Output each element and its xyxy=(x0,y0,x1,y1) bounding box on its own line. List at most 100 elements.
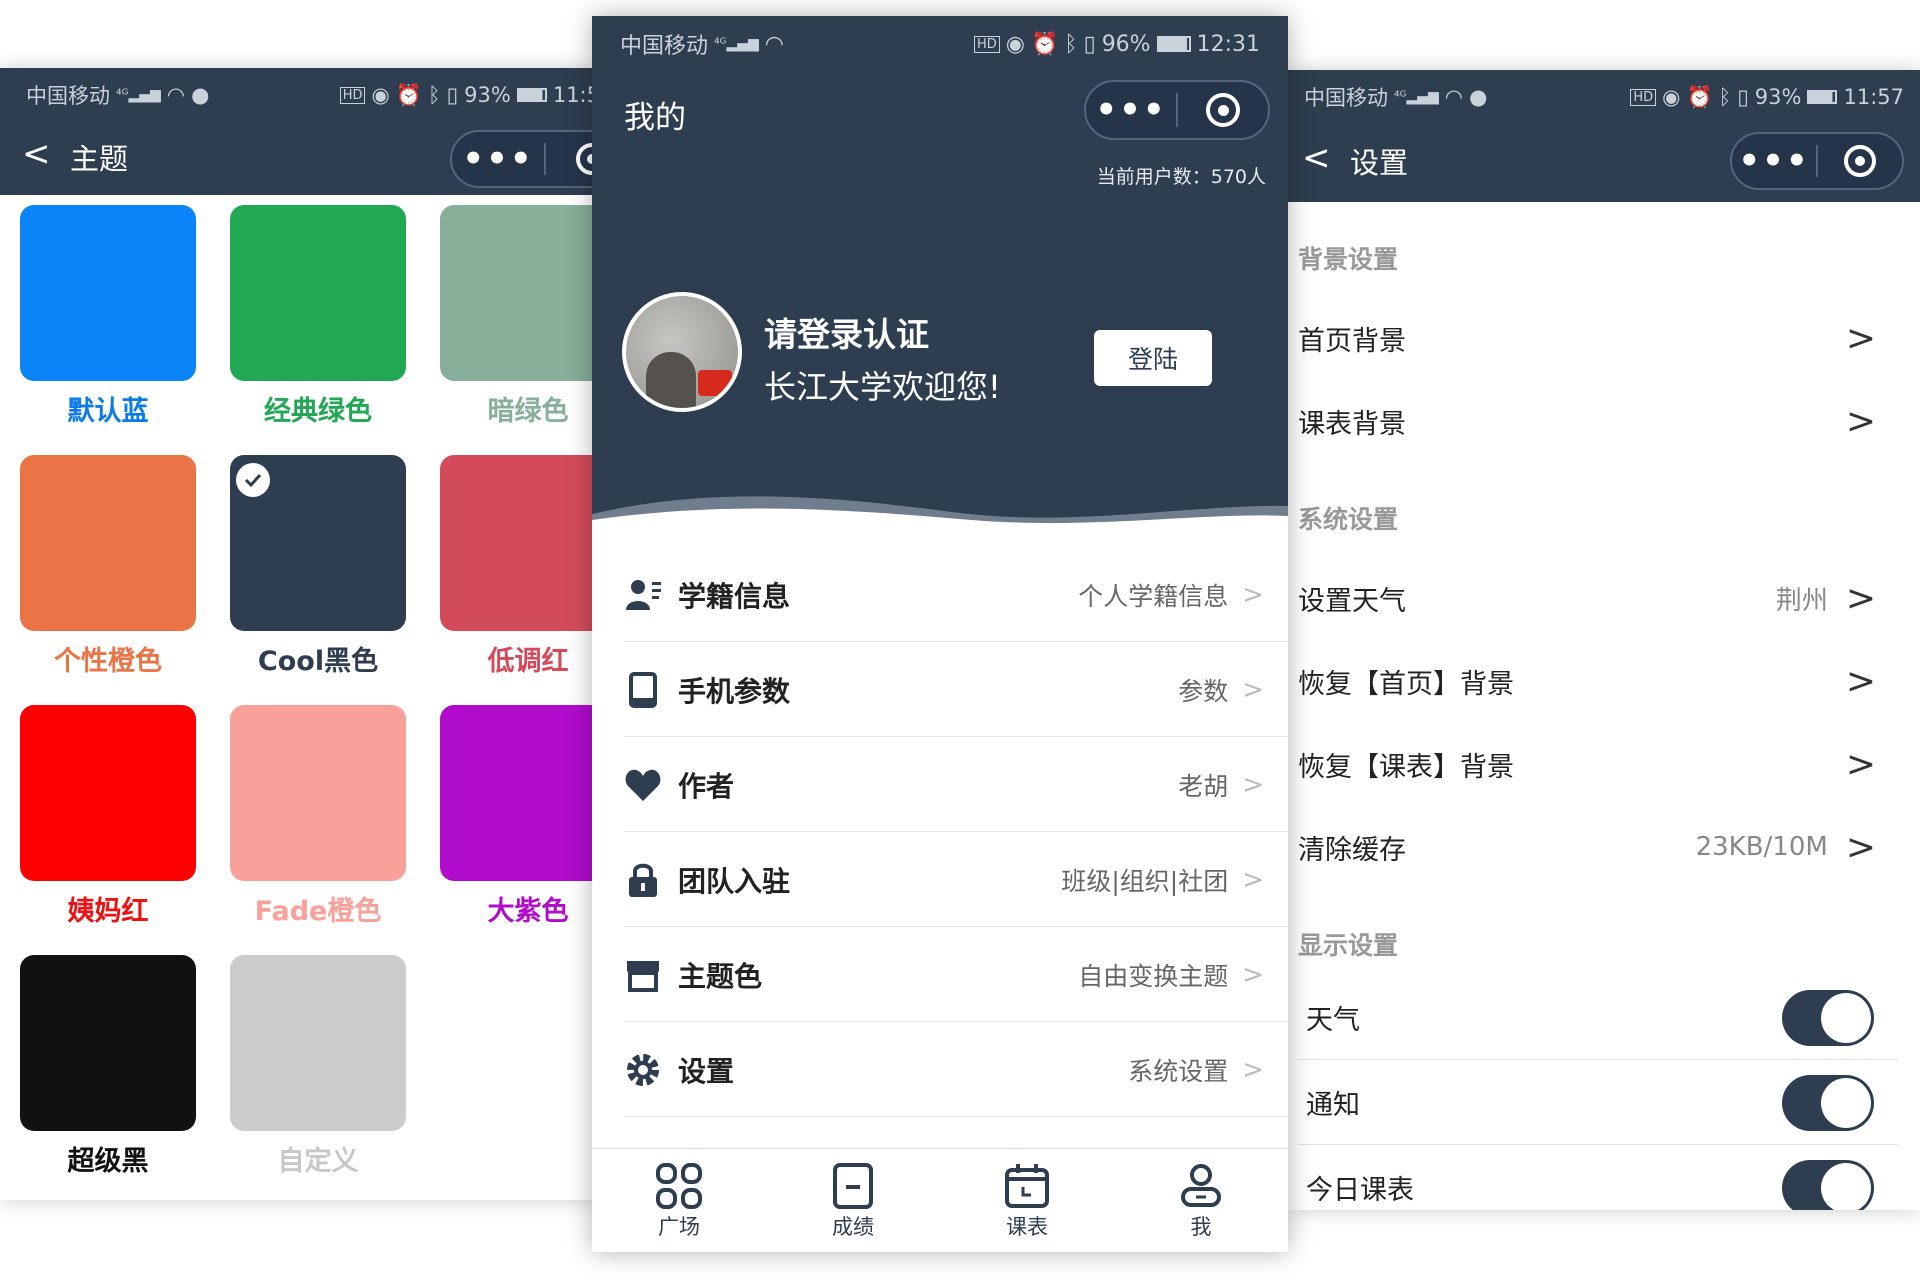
page-title: 我的 xyxy=(624,100,686,136)
checkmark-icon xyxy=(236,463,270,497)
chevron-right-icon: > xyxy=(1242,674,1264,705)
tab-scores[interactable]: 成绩 xyxy=(766,1149,940,1252)
eye-icon: ◉ xyxy=(371,83,390,107)
tablet-icon xyxy=(624,671,662,709)
menu-item[interactable]: 手机参数 参数 > xyxy=(624,643,1288,737)
battery-label: 93% xyxy=(1754,85,1802,109)
theme-swatch[interactable] xyxy=(230,205,406,381)
avatar[interactable] xyxy=(622,292,742,412)
menu-item-title: 团队入驻 xyxy=(678,864,791,898)
toggle-row: 今日课表 xyxy=(1298,1146,1898,1210)
hd-icon: HD xyxy=(339,86,366,104)
signal-icon: ⁴ᴳ▂▄▆ xyxy=(116,87,161,103)
back-chevron-icon[interactable]: < xyxy=(1302,138,1331,178)
menu-item-value: 自由变换主题 xyxy=(1078,961,1229,991)
toggle-switch[interactable] xyxy=(1782,989,1874,1046)
toggle-row: 通知 xyxy=(1298,1061,1898,1145)
wechat-icon: ● xyxy=(191,83,210,107)
theme-swatch[interactable] xyxy=(20,955,196,1131)
login-button[interactable]: 登陆 xyxy=(1094,330,1212,386)
chevron-right-icon: > xyxy=(1242,579,1264,610)
settings-row[interactable]: 设置天气 荆州 > xyxy=(1298,556,1898,640)
theme-swatch[interactable] xyxy=(230,955,406,1131)
theme-option[interactable]: 暗绿色 xyxy=(440,205,600,428)
user-count-label: 当前用户数：570人 xyxy=(1096,166,1266,188)
settings-row[interactable]: 恢复【课表】背景 > xyxy=(1298,722,1898,806)
settings-row-label: 课表背景 xyxy=(1298,408,1406,440)
signal-icon: ⁴ᴳ▂▄▆ xyxy=(1394,89,1439,105)
tab-plaza[interactable]: 广场 xyxy=(592,1149,766,1252)
menu-item[interactable]: 团队入驻 班级|组织|社团 > xyxy=(624,833,1288,927)
menu-item[interactable]: 学籍信息 个人学籍信息 > xyxy=(624,548,1288,642)
theme-name: Fade橙色 xyxy=(254,896,382,927)
score-icon xyxy=(833,1162,873,1209)
menu-item[interactable]: 设置 系统设置 > xyxy=(624,1023,1288,1117)
theme-option[interactable]: 超级黑 xyxy=(20,955,196,1178)
chevron-right-icon: > xyxy=(1845,577,1876,619)
close-target-icon[interactable] xyxy=(1818,145,1902,177)
theme-swatch[interactable] xyxy=(20,455,196,631)
theme-option[interactable]: Cool黑色 xyxy=(230,455,406,678)
settings-row[interactable]: 清除缓存 23KB/10M > xyxy=(1298,805,1898,889)
person-icon xyxy=(1181,1163,1221,1207)
theme-name: 低调红 xyxy=(487,646,569,677)
theme-screen: 中国移动 ⁴ᴳ▂▄▆ ◠ ● HD ◉ ⏰ ᛒ ▯ 93% 11:5 < 主题 … xyxy=(0,68,600,1200)
toggle-switch[interactable] xyxy=(1782,1074,1874,1131)
theme-swatch[interactable] xyxy=(20,205,196,381)
heart-icon xyxy=(624,766,662,804)
hd-icon: HD xyxy=(973,35,1000,53)
settings-row[interactable]: 课表背景 > xyxy=(1298,379,1898,463)
lock-icon xyxy=(624,861,662,899)
carrier-label: 中国移动 xyxy=(26,84,110,108)
wifi-icon: ◠ xyxy=(166,83,186,107)
more-dots-icon[interactable]: ••• xyxy=(1086,93,1176,127)
menu-item-value: 个人学籍信息 xyxy=(1078,581,1229,611)
alarm-icon: ⏰ xyxy=(395,82,422,107)
more-dots-icon[interactable]: ••• xyxy=(1732,144,1816,178)
theme-name: 暗绿色 xyxy=(487,396,569,427)
menu-item-title: 作者 xyxy=(678,769,735,803)
settings-row-value: 23KB/10M xyxy=(1695,832,1828,862)
my-screen: 中国移动 ⁴ᴳ▂▄▆ ◠ HD ◉ ⏰ ᛒ ▯ 96% 12:31 我的 •••… xyxy=(592,16,1288,1252)
theme-swatch[interactable] xyxy=(20,705,196,881)
mini-program-capsule: ••• xyxy=(450,130,600,188)
theme-option[interactable]: 姨妈红 xyxy=(20,705,196,928)
status-bar: 中国移动 ⁴ᴳ▂▄▆ ◠ HD ◉ ⏰ ᛒ ▯ 96% 12:31 xyxy=(620,26,1260,62)
theme-option[interactable]: 默认蓝 xyxy=(20,205,196,428)
toggle-switch[interactable] xyxy=(1782,1159,1874,1210)
clock-label: 12:31 xyxy=(1196,31,1260,57)
theme-swatch[interactable] xyxy=(440,455,600,631)
menu-item[interactable]: 主题色 自由变换主题 > xyxy=(624,928,1288,1022)
settings-row-label: 恢复【首页】背景 xyxy=(1298,668,1514,700)
settings-row-label: 清除缓存 xyxy=(1298,834,1406,866)
signal-icon: ⁴ᴳ▂▄▆ xyxy=(714,36,759,52)
theme-swatch[interactable] xyxy=(440,205,600,381)
tab-timetable[interactable]: 课表 xyxy=(940,1149,1114,1252)
more-dots-icon[interactable]: ••• xyxy=(452,142,544,176)
theme-option[interactable]: 自定义 xyxy=(230,955,406,1178)
vibrate-icon: ▯ xyxy=(1737,85,1749,109)
theme-option[interactable]: Fade橙色 xyxy=(230,705,406,928)
chevron-right-icon: > xyxy=(1845,743,1876,785)
menu-item[interactable]: 作者 老胡 > xyxy=(624,738,1288,832)
settings-row[interactable]: 恢复【首页】背景 > xyxy=(1298,639,1898,723)
bluetooth-icon: ᛒ xyxy=(1064,31,1078,57)
settings-row[interactable]: 首页背景 > xyxy=(1298,296,1898,380)
tab-label: 我 xyxy=(1190,1214,1212,1239)
theme-option[interactable]: 大紫色 xyxy=(440,705,600,928)
theme-option[interactable]: 低调红 xyxy=(440,455,600,678)
chevron-right-icon: > xyxy=(1845,400,1876,442)
back-chevron-icon[interactable]: < xyxy=(22,134,51,174)
section-header-background: 背景设置 xyxy=(1298,245,1399,274)
theme-option[interactable]: 经典绿色 xyxy=(230,205,406,428)
close-target-icon[interactable] xyxy=(1178,93,1268,127)
theme-swatch[interactable] xyxy=(440,705,600,881)
theme-swatch[interactable] xyxy=(230,455,406,631)
avatar-figure xyxy=(646,352,696,408)
tab-me[interactable]: 我 xyxy=(1114,1149,1288,1252)
bottom-tab-bar: 广场 成绩 课表 我 xyxy=(592,1148,1288,1252)
store-icon xyxy=(624,956,662,994)
chevron-right-icon: > xyxy=(1845,660,1876,702)
theme-swatch[interactable] xyxy=(230,705,406,881)
theme-option[interactable]: 个性橙色 xyxy=(20,455,196,678)
